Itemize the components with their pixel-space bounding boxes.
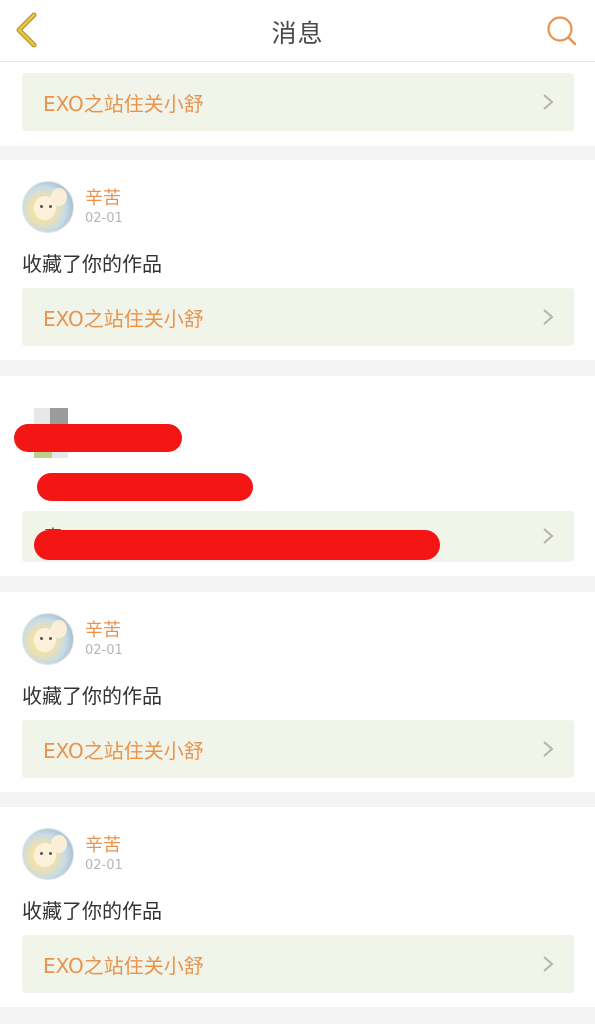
redaction-mark xyxy=(37,473,253,501)
timestamp: 02-01 xyxy=(85,858,123,873)
chevron-right-icon xyxy=(543,309,554,325)
username[interactable]: 辛苦 xyxy=(85,184,121,210)
chevron-right-icon xyxy=(543,528,554,544)
avatar[interactable] xyxy=(22,181,74,233)
notification-card: 辛苦 02-01 收藏了你的作品 EXO之站住关小舒 xyxy=(0,807,595,1007)
work-link[interactable]: EXO之站住关小舒 xyxy=(22,288,574,346)
chevron-right-icon xyxy=(543,94,554,110)
search-button[interactable] xyxy=(545,14,579,48)
username[interactable]: 辛苦 xyxy=(85,616,121,642)
search-icon xyxy=(547,16,577,46)
work-title: EXO之站住关小舒 xyxy=(43,92,204,116)
username[interactable]: 辛苦 xyxy=(85,831,121,857)
notification-card-redacted: 喜 xyxy=(0,376,595,576)
top-bar: 消息 xyxy=(0,0,595,62)
work-link[interactable]: EXO之站住关小舒 xyxy=(22,73,574,131)
work-link[interactable]: EXO之站住关小舒 xyxy=(22,935,574,993)
notification-text: 收藏了你的作品 xyxy=(22,252,162,276)
page-title: 消息 xyxy=(271,19,324,48)
chevron-right-icon xyxy=(543,741,554,757)
notification-card: 辛苦 02-01 收藏了你的作品 EXO之站住关小舒 xyxy=(0,592,595,792)
notification-text: 收藏了你的作品 xyxy=(22,899,162,923)
work-title: EXO之站住关小舒 xyxy=(43,739,204,763)
notification-card: EXO之站住关小舒 xyxy=(0,62,595,146)
chevron-right-icon xyxy=(543,956,554,972)
redaction-mark xyxy=(14,424,182,452)
avatar[interactable] xyxy=(22,828,74,880)
work-title: EXO之站住关小舒 xyxy=(43,954,204,978)
work-link[interactable]: EXO之站住关小舒 xyxy=(22,720,574,778)
timestamp: 02-01 xyxy=(85,211,123,226)
avatar[interactable] xyxy=(22,613,74,665)
timestamp: 02-01 xyxy=(85,643,123,658)
notification-text: 收藏了你的作品 xyxy=(22,684,162,708)
redaction-mark xyxy=(34,530,440,560)
work-title: EXO之站住关小舒 xyxy=(43,307,204,331)
notification-card: 辛苦 02-01 收藏了你的作品 EXO之站住关小舒 xyxy=(0,160,595,360)
